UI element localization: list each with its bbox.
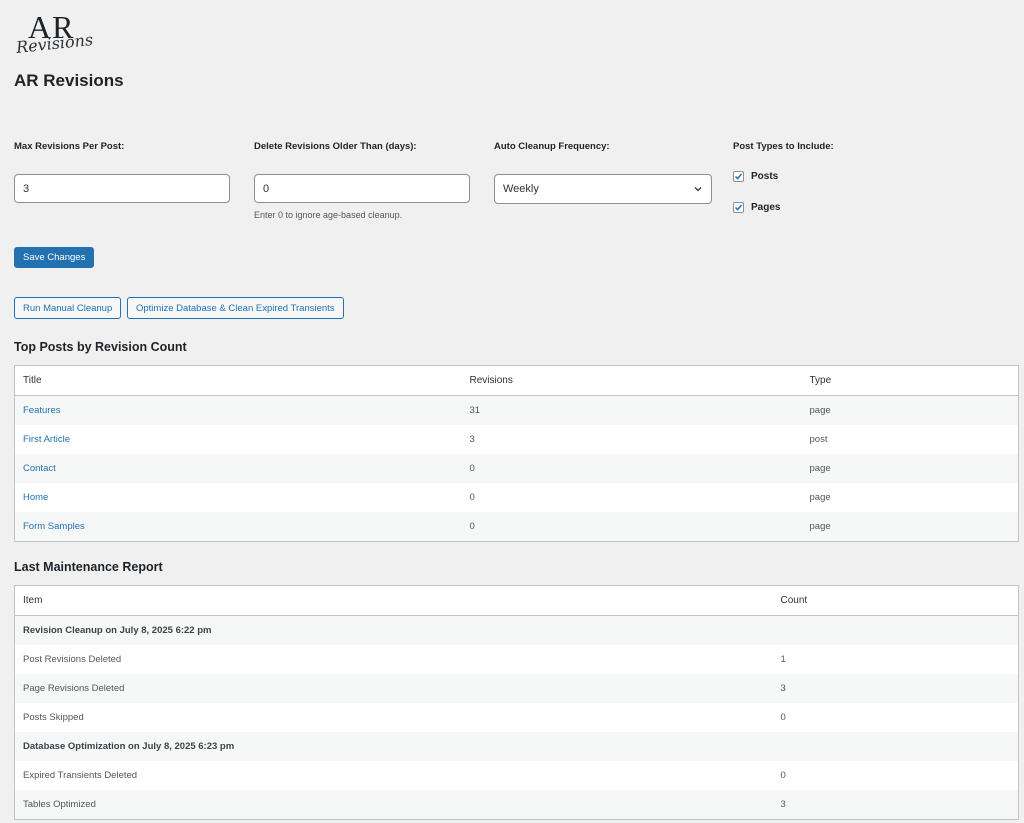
column-header-item: Item [14,585,773,616]
max-revisions-input[interactable] [14,174,230,203]
column-header-type: Type [801,365,1019,396]
pages-checkbox-row[interactable]: Pages [733,202,780,213]
table-row: Features 31 page [14,395,1019,425]
delete-older-input[interactable] [254,174,470,203]
report-count [773,732,1019,761]
post-type: page [809,521,831,532]
checkmark-icon [734,204,743,211]
maintenance-report-table: Item Count Revision Cleanup on July 8, 2… [14,585,1019,820]
revision-count: 0 [469,521,475,532]
post-title-link[interactable]: Features [23,405,61,416]
pages-checkbox[interactable] [733,202,744,213]
table-header-row: Title Revisions Type [14,365,1019,396]
report-group-row: Database Optimization on July 8, 2025 6:… [14,732,1019,761]
post-types-label: Post Types to Include: [733,141,834,152]
table-row: Form Samples 0 page [14,512,1019,542]
posts-checkbox[interactable] [733,171,744,182]
report-item: Expired Transients Deleted [23,770,138,781]
run-manual-cleanup-button[interactable]: Run Manual Cleanup [14,297,122,319]
column-header-revisions: Revisions [461,365,802,396]
delete-older-label: Delete Revisions Older Than (days): [254,141,417,152]
pages-checkbox-label: Pages [751,202,781,213]
delete-older-hint: Enter 0 to ignore age-based cleanup. [254,210,403,220]
revision-count: 0 [469,492,475,503]
table-row: Home 0 page [15,483,1019,512]
post-title-link[interactable]: Contact [23,463,56,474]
frequency-select[interactable]: Weekly [494,174,712,204]
post-type: page [809,492,831,503]
post-type: page [809,405,831,416]
post-type: page [809,463,831,474]
column-header-title: Title [14,365,462,396]
save-changes-button[interactable]: Save Changes [14,247,95,268]
report-group-title: Database Optimization on July 8, 2025 6:… [23,741,235,752]
report-item: Tables Optimized [23,799,96,810]
page-title: AR Revisions [14,71,124,90]
report-count: 3 [780,799,786,810]
table-row: Posts Skipped 0 [15,703,1019,732]
posts-checkbox-row[interactable]: Posts [733,171,778,182]
report-item: Posts Skipped [23,712,84,723]
report-item: Post Revisions Deleted [23,654,122,665]
max-revisions-label: Max Revisions Per Post: [14,141,125,152]
post-title-link[interactable]: First Article [23,434,70,445]
report-count: 0 [780,712,786,723]
chevron-down-icon [694,187,702,192]
table-row: Contact 0 page [14,454,1019,483]
column-header-count: Count [772,585,1019,616]
revision-count: 3 [469,434,475,445]
report-count: 0 [780,770,786,781]
report-group-row: Revision Cleanup on July 8, 2025 6:22 pm [14,615,1019,646]
report-group-title: Revision Cleanup on July 8, 2025 6:22 pm [23,625,212,636]
frequency-selected-value: Weekly [503,183,539,195]
report-count: 1 [780,654,786,665]
report-item: Page Revisions Deleted [23,683,125,694]
posts-checkbox-label: Posts [751,171,779,182]
post-title-link[interactable]: Home [23,492,48,503]
checkmark-icon [734,173,743,180]
optimize-database-button[interactable]: Optimize Database & Clean Expired Transi… [127,297,344,319]
revision-count: 31 [469,405,481,416]
table-row: Expired Transients Deleted 0 [15,761,1019,790]
top-posts-title: Top Posts by Revision Count [14,340,187,354]
post-type: post [809,434,828,445]
table-row: Page Revisions Deleted 3 [14,674,1019,703]
table-row: First Article 3 post [15,425,1019,454]
ar-revisions-logo: AR Revisions [14,10,94,57]
table-row: Tables Optimized 3 [14,790,1019,820]
report-count: 3 [780,683,786,694]
table-row: Post Revisions Deleted 1 [15,645,1019,674]
top-posts-table: Title Revisions Type Features 31 page Fi… [14,365,1019,542]
revision-count: 0 [469,463,475,474]
frequency-label: Auto Cleanup Frequency: [494,141,610,152]
maintenance-report-title: Last Maintenance Report [14,560,163,574]
report-count [773,616,1019,646]
table-header-row: Item Count [14,585,1019,616]
post-title-link[interactable]: Form Samples [23,521,85,532]
